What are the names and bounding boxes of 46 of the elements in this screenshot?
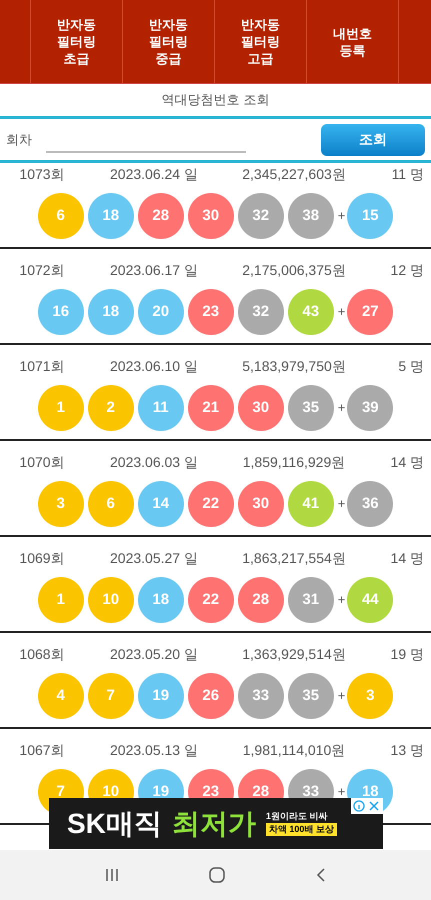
round-number: 1071회 <box>18 356 66 376</box>
back-icon[interactable] <box>314 867 327 883</box>
page-title: 역대당첨번호 조회 <box>160 91 270 110</box>
prize-amount: 1,859,116,929원 <box>242 452 346 472</box>
draw-date: 2023.05.20 일 <box>109 644 199 664</box>
home-icon[interactable] <box>208 866 226 884</box>
round-label: 회차 <box>6 130 33 149</box>
winner-count: 12 명 <box>390 260 424 280</box>
prize-amount: 1,863,217,554원 <box>241 548 347 568</box>
draw-date: 2023.06.10 일 <box>109 356 199 376</box>
round-number: 1072회 <box>18 260 66 280</box>
prize-amount: 1,363,929,514원 <box>241 644 347 664</box>
plus-sign: + <box>338 207 346 226</box>
ad-banner[interactable]: SK매직 최저가 1원이라도 비싸 차액 100배 보상 <box>49 798 383 849</box>
draw-date: 2023.06.17 일 <box>109 260 199 280</box>
plus-sign: + <box>338 303 346 322</box>
round-number: 1068회 <box>18 644 66 664</box>
winner-count: 11 명 <box>390 164 424 184</box>
winner-count: 13 명 <box>390 740 424 760</box>
plus-sign: + <box>338 687 346 706</box>
round-number: 1070회 <box>18 452 66 472</box>
prize-amount: 2,175,006,375원 <box>241 260 347 280</box>
draw-date: 2023.05.27 일 <box>109 548 199 568</box>
plus-sign: + <box>338 495 346 514</box>
draw-date: 2023.05.13 일 <box>109 740 199 760</box>
ad-close-icon[interactable] <box>351 798 383 814</box>
draw-date: 2023.06.24 일 <box>109 164 199 184</box>
winner-count: 19 명 <box>390 644 424 664</box>
winner-count: 14 명 <box>390 452 424 472</box>
prize-amount: 2,345,227,603원 <box>241 164 347 184</box>
winner-count: 14 명 <box>390 548 424 568</box>
prize-amount: 5,183,979,750원 <box>241 356 347 376</box>
round-number: 1069회 <box>18 548 66 568</box>
recent-apps-icon[interactable] <box>104 867 120 883</box>
round-number: 1073회 <box>18 164 66 184</box>
menu-button[interactable]: 내번호 등록 <box>307 0 399 83</box>
plus-sign: + <box>338 399 346 418</box>
menu-button[interactable]: 반자동 필터링 초급 <box>31 0 123 83</box>
ad-tag: 차액 100배 보상 <box>266 822 337 836</box>
menu-button[interactable]: 반자동 필터링 중급 <box>123 0 215 83</box>
menu-button[interactable]: 반자동 필터링 고급 <box>215 0 307 83</box>
round-number: 1067회 <box>18 740 66 760</box>
prize-amount: 1,981,114,010원 <box>242 740 346 760</box>
draw-date: 2023.06.03 일 <box>109 452 199 472</box>
plus-sign: + <box>338 591 346 610</box>
winner-count: 5 명 <box>397 356 424 376</box>
